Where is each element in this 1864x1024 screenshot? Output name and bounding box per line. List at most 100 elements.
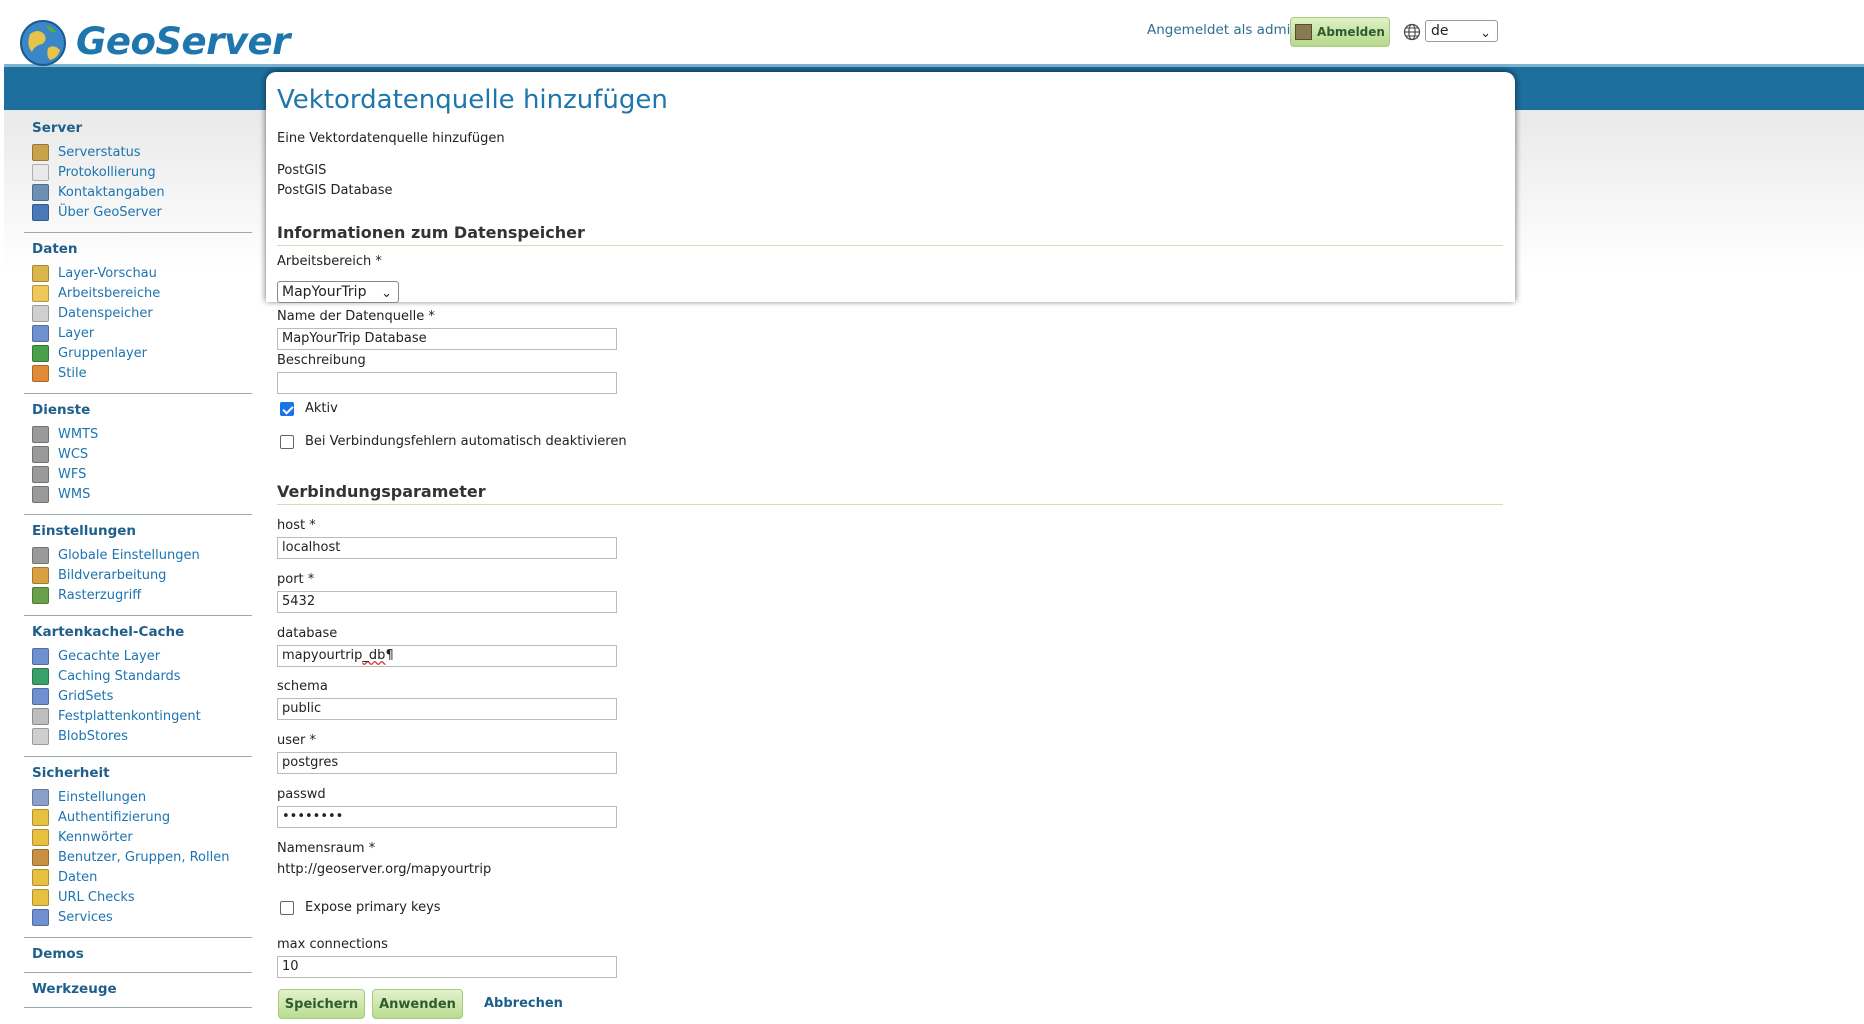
apply-button[interactable]: Anwenden [372, 989, 463, 1019]
sidebar-item[interactable]: Kennwörter [24, 827, 252, 847]
max-connections-input[interactable]: 10 [277, 956, 617, 978]
sidebar-item[interactable]: URL Checks [24, 887, 252, 907]
layer-preview-icon [32, 264, 49, 282]
sidebar-item-label: Einstellungen [58, 789, 147, 805]
sidebar-item[interactable]: Authentifizierung [24, 807, 252, 827]
shield-icon [32, 808, 49, 826]
sidebar-item[interactable]: BlobStores [24, 726, 252, 746]
auto-disable-checkbox[interactable] [280, 434, 294, 449]
user-label: user * [277, 733, 316, 748]
main-content: Vektordatenquelle hinzufügen Eine Vektor… [277, 85, 1503, 978]
sidebar-item[interactable]: Caching Standards [24, 666, 252, 686]
section-connection-params: Verbindungsparameter [277, 482, 1503, 505]
sidebar-item[interactable]: Serverstatus [24, 142, 252, 162]
expose-pk-checkbox-row[interactable]: Expose primary keys [280, 900, 441, 915]
sidebar-item[interactable]: Services [24, 907, 252, 927]
style-palette-icon [32, 364, 49, 382]
sidebar-item[interactable]: Layer [24, 323, 252, 343]
language-globe-icon [1403, 23, 1421, 41]
sidebar-item[interactable]: GridSets [24, 686, 252, 706]
sidebar-item-label: Benutzer, Gruppen, Rollen [58, 849, 230, 865]
gridset-icon [32, 687, 49, 705]
sidebar-item-label: WMTS [58, 426, 99, 442]
layer-group-icon [32, 344, 49, 362]
wrench-icon [32, 788, 49, 806]
sidebar-item[interactable]: Über GeoServer [24, 202, 252, 222]
language-value: de [1431, 23, 1449, 39]
sidebar-section-6[interactable]: Demos [32, 946, 252, 962]
password-input[interactable]: •••••••• [277, 806, 617, 828]
lock-icon [32, 828, 49, 846]
user-input[interactable]: postgres [277, 752, 617, 774]
workspace-folder-icon [32, 284, 49, 302]
sidebar-item[interactable]: Festplattenkontingent [24, 706, 252, 726]
sidebar-item[interactable]: Gecachte Layer [24, 646, 252, 666]
sidebar-item[interactable]: WFS [24, 464, 252, 484]
sidebar-divider [24, 232, 252, 233]
sidebar-item[interactable]: Layer-Vorschau [24, 263, 252, 283]
schema-input[interactable]: public [277, 698, 617, 720]
sidebar-item[interactable]: Gruppenlayer [24, 343, 252, 363]
sidebar-item-label: Globale Einstellungen [58, 547, 200, 563]
globe-logo-icon [20, 20, 66, 66]
sidebar-item[interactable]: Arbeitsbereiche [24, 283, 252, 303]
sidebar-item[interactable]: Bildverarbeitung [24, 565, 252, 585]
datastore-icon [32, 304, 49, 322]
sidebar-item[interactable]: Protokollierung [24, 162, 252, 182]
store-type-description: PostGIS Database [277, 183, 393, 198]
sidebar-item[interactable]: Benutzer, Gruppen, Rollen [24, 847, 252, 867]
geoserver-logo[interactable]: GeoServer [16, 14, 290, 68]
services-security-icon [32, 908, 49, 926]
enabled-checkbox[interactable] [280, 401, 294, 416]
wfs-service-icon [32, 465, 49, 483]
expose-pk-checkbox[interactable] [280, 900, 294, 915]
global-settings-icon [32, 546, 49, 564]
auto-disable-checkbox-row[interactable]: Bei Verbindungsfehlern automatisch deakt… [280, 434, 627, 449]
sidebar-divider [24, 972, 252, 973]
wms-service-icon [32, 485, 49, 503]
sidebar-item-label: Protokollierung [58, 164, 156, 180]
sidebar-item[interactable]: Einstellungen [24, 787, 252, 807]
sidebar-item-label: WCS [58, 446, 89, 462]
sidebar-item[interactable]: Datenspeicher [24, 303, 252, 323]
page-title: Vektordatenquelle hinzufügen [277, 85, 668, 115]
sidebar-item-label: Rasterzugriff [58, 587, 142, 603]
sidebar-item[interactable]: WCS [24, 444, 252, 464]
description-input[interactable] [277, 372, 617, 394]
database-input[interactable]: mapyourtrip_db¶ [277, 645, 617, 667]
sidebar-section-5[interactable]: Sicherheit [32, 765, 252, 781]
sidebar-section-1[interactable]: Daten [32, 241, 252, 257]
max-connections-label: max connections [277, 937, 388, 952]
sidebar-section-2[interactable]: Dienste [32, 402, 252, 418]
port-input[interactable]: 5432 [277, 591, 617, 613]
sidebar-section-0[interactable]: Server [32, 120, 252, 136]
language-select[interactable]: de ⌄ [1425, 20, 1498, 42]
sidebar-item[interactable]: Rasterzugriff [24, 585, 252, 605]
users-icon [32, 848, 49, 866]
sidebar-item-label: Datenspeicher [58, 305, 153, 321]
host-input[interactable]: localhost [277, 537, 617, 559]
sidebar: Server Serverstatus Protokollierung Kontakt… [24, 112, 252, 1012]
sidebar-item[interactable]: Kontaktangaben [24, 182, 252, 202]
sidebar-section-3[interactable]: Einstellungen [32, 523, 252, 539]
sidebar-item-label: Layer-Vorschau [58, 265, 157, 281]
sidebar-item[interactable]: Daten [24, 867, 252, 887]
workspace-select[interactable]: MapYourTrip ⌄ [277, 281, 399, 303]
cancel-link[interactable]: Abbrechen [484, 996, 563, 1011]
logout-button[interactable]: Abmelden [1290, 17, 1390, 47]
sidebar-item[interactable]: Globale Einstellungen [24, 545, 252, 565]
enabled-checkbox-row[interactable]: Aktiv [280, 401, 338, 416]
save-button[interactable]: Speichern [278, 989, 365, 1019]
sidebar-section-7[interactable]: Werkzeuge [32, 981, 252, 997]
sidebar-item[interactable]: WMS [24, 484, 252, 504]
sidebar-item[interactable]: WMTS [24, 424, 252, 444]
description-label: Beschreibung [277, 353, 366, 368]
sidebar-section-4[interactable]: Kartenkachel-Cache [32, 624, 252, 640]
datastore-name-input[interactable]: MapYourTrip Database [277, 328, 617, 350]
sidebar-item-label: BlobStores [58, 728, 128, 744]
logo-text: GeoServer [76, 19, 290, 63]
contact-card-icon [32, 183, 49, 201]
sidebar-item-label: URL Checks [58, 889, 135, 905]
sidebar-divider [24, 756, 252, 757]
sidebar-item[interactable]: Stile [24, 363, 252, 383]
